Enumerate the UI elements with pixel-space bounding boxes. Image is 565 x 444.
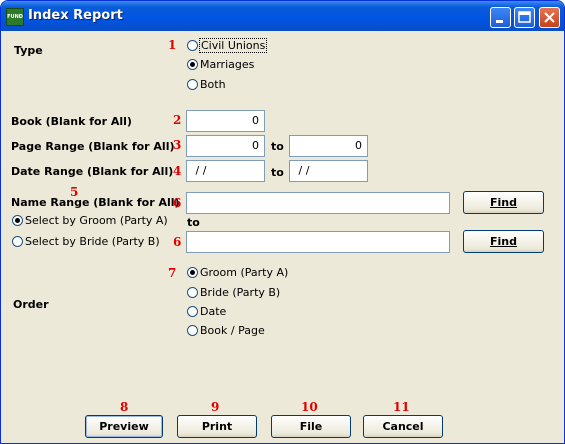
cancel-button[interactable]: Cancel xyxy=(363,415,443,438)
order-bride-radio[interactable] xyxy=(187,287,198,298)
type-both-radio[interactable] xyxy=(187,79,198,90)
maximize-icon xyxy=(518,11,531,23)
order-label: Order xyxy=(13,298,49,311)
order-groom-label[interactable]: Groom (Party A) xyxy=(200,266,288,279)
page-range-to-input[interactable]: 0 xyxy=(289,135,368,157)
type-label: Type xyxy=(14,44,43,57)
select-by-groom-label[interactable]: Select by Groom (Party A) xyxy=(25,214,168,227)
type-marriages-radio[interactable] xyxy=(187,59,198,70)
date-range-to-label: to xyxy=(271,166,284,179)
select-by-bride-label[interactable]: Select by Bride (Party B) xyxy=(25,235,160,248)
close-icon xyxy=(544,12,555,23)
date-range-from-input[interactable]: / / xyxy=(186,160,265,182)
order-date-radio[interactable] xyxy=(187,306,198,317)
cancel-label: Cancel xyxy=(382,420,424,433)
order-date-label[interactable]: Date xyxy=(200,305,226,318)
minimize-icon xyxy=(496,20,503,23)
title-bar[interactable]: FUND Index Report xyxy=(1,1,564,31)
page-range-to-label: to xyxy=(271,140,284,153)
close-button[interactable] xyxy=(539,7,560,28)
select-by-bride-radio[interactable] xyxy=(12,236,23,247)
select-by-groom-radio[interactable] xyxy=(12,215,23,226)
type-both-label[interactable]: Both xyxy=(200,78,226,91)
name-range-to-label: to xyxy=(187,216,200,229)
book-input[interactable]: 0 xyxy=(186,110,265,132)
find-to-label: Find xyxy=(490,235,517,248)
fund-app-icon: FUND xyxy=(6,8,24,26)
window-title: Index Report xyxy=(28,8,123,23)
order-bride-label[interactable]: Bride (Party B) xyxy=(200,286,280,299)
index-report-window: FUND Index Report Type 1 Civil Unions Ma… xyxy=(0,0,565,444)
marker-11: 11 xyxy=(393,400,410,414)
date-range-to-input[interactable]: / / xyxy=(289,160,368,182)
marker-3: 3 xyxy=(173,138,182,152)
marker-1: 1 xyxy=(168,38,177,52)
type-marriages-label[interactable]: Marriages xyxy=(200,58,254,71)
marker-8: 8 xyxy=(120,400,129,414)
type-civil-unions-label[interactable]: Civil Unions xyxy=(199,38,268,53)
file-label: File xyxy=(299,420,323,433)
marker-9: 9 xyxy=(211,400,220,414)
marker-6-from: 6 xyxy=(173,196,182,210)
name-range-label: Name Range (Blank for All) xyxy=(11,196,180,209)
date-range-label: Date Range (Blank for All) xyxy=(11,165,174,178)
name-range-to-input[interactable] xyxy=(186,231,450,253)
page-range-from-input[interactable]: 0 xyxy=(186,135,265,157)
type-civil-unions-radio[interactable] xyxy=(187,40,198,51)
page-range-label: Page Range (Blank for All) xyxy=(11,140,175,153)
find-from-button[interactable]: Find xyxy=(463,191,544,214)
marker-2: 2 xyxy=(173,113,182,127)
marker-6-to: 6 xyxy=(173,235,182,249)
marker-4: 4 xyxy=(173,164,182,178)
marker-10: 10 xyxy=(301,400,318,414)
order-groom-radio[interactable] xyxy=(187,267,198,278)
find-from-label: Find xyxy=(490,196,517,209)
order-book-page-label[interactable]: Book / Page xyxy=(200,324,265,337)
minimize-button[interactable] xyxy=(490,7,511,28)
preview-button[interactable]: Preview xyxy=(85,415,163,438)
name-range-from-input[interactable] xyxy=(186,192,450,214)
marker-7: 7 xyxy=(168,266,177,280)
print-label: Print xyxy=(201,420,233,433)
preview-label: Preview xyxy=(99,420,149,433)
book-label: Book (Blank for All) xyxy=(11,115,132,128)
order-book-page-radio[interactable] xyxy=(187,325,198,336)
maximize-button[interactable] xyxy=(514,7,535,28)
file-button[interactable]: File xyxy=(271,415,351,438)
print-button[interactable]: Print xyxy=(177,415,257,438)
find-to-button[interactable]: Find xyxy=(463,230,544,253)
